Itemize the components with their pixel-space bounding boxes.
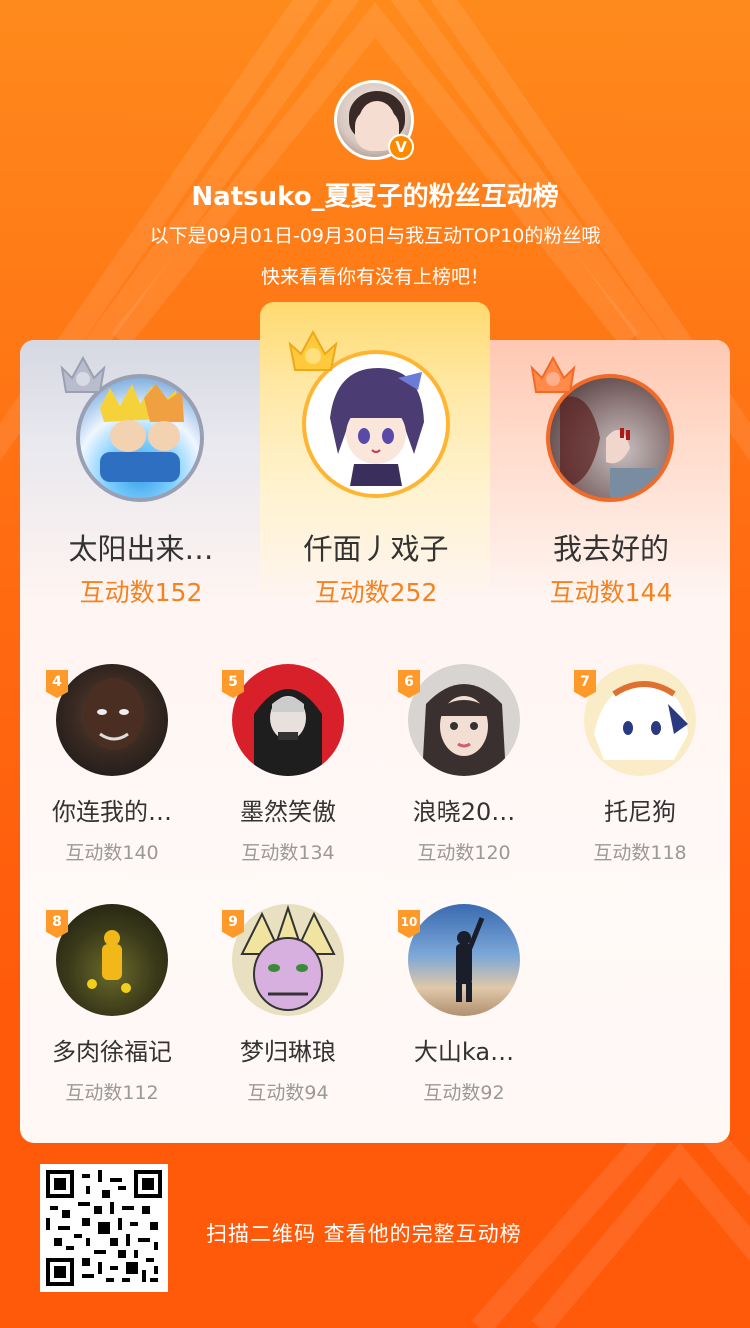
- rank-name: 浪晓20…: [412, 798, 516, 826]
- gold-crown-icon: [288, 329, 338, 371]
- rank-name: 托尼狗: [604, 798, 676, 826]
- rank-3-name: 我去好的: [552, 532, 669, 566]
- rank-name: 你连我的…: [52, 798, 172, 826]
- rank-5-avatar[interactable]: [232, 664, 344, 776]
- rank-10-avatar[interactable]: [408, 904, 520, 1016]
- footer-scan-hint: 扫描二维码 查看他的完整互动榜: [206, 1222, 522, 1246]
- rank-2-count: 互动数152: [79, 578, 203, 607]
- rank-count: 互动数140: [65, 842, 159, 864]
- rank-1-count: 互动数252: [314, 578, 438, 607]
- rank-9-avatar[interactable]: [232, 904, 344, 1016]
- rank-7-avatar[interactable]: [584, 664, 696, 776]
- rank-name: 大山ka…: [413, 1038, 515, 1066]
- rank-count: 互动数92: [423, 1082, 505, 1104]
- rank-count: 互动数134: [241, 842, 335, 864]
- rank-count: 互动数94: [247, 1082, 329, 1104]
- rank-4-avatar[interactable]: [56, 664, 168, 776]
- page-subtitle-prompt: 快来看看你有没有上榜吧！: [260, 266, 489, 288]
- bronze-crown-icon: [530, 355, 576, 393]
- rank-2-name: 太阳出来…: [68, 532, 214, 566]
- rank-count: 互动数112: [65, 1082, 159, 1104]
- rank-6-avatar[interactable]: [408, 664, 520, 776]
- verified-badge-icon: V: [388, 134, 414, 160]
- page-subtitle-date: 以下是09月01日-09月30日与我互动TOP10的粉丝哦: [149, 225, 601, 247]
- rank-name: 墨然笑傲: [240, 798, 336, 826]
- page-title: Natsuko_夏夏子的粉丝互动榜: [191, 182, 559, 212]
- silver-crown-icon: [60, 355, 106, 393]
- rank-count: 互动数118: [593, 842, 687, 864]
- qr-code[interactable]: [40, 1164, 168, 1292]
- rank-name: 梦归琳琅: [240, 1038, 336, 1066]
- rank-8-avatar[interactable]: [56, 904, 168, 1016]
- rank-name: 多肉徐福记: [52, 1038, 172, 1066]
- rank-3-count: 互动数144: [549, 578, 673, 607]
- rank-count: 互动数120: [417, 842, 511, 864]
- rank-1-name: 仟面丿戏子: [303, 532, 449, 566]
